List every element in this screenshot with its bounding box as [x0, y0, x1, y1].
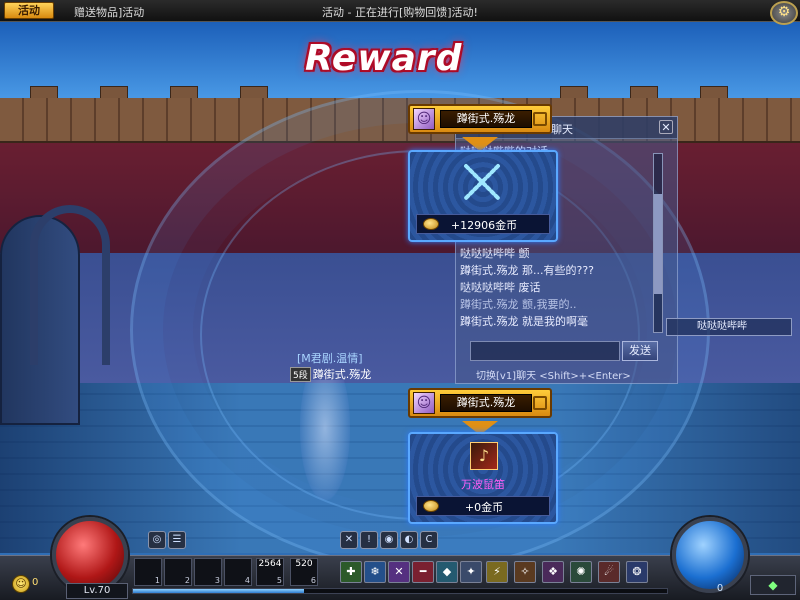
arrow-down-icon: [462, 137, 498, 151]
slot-key: 5: [276, 576, 282, 585]
menu-icon[interactable]: C: [420, 531, 438, 549]
player-guild: [M君剧.温情]: [297, 352, 363, 365]
menu-icon[interactable]: ✕: [340, 531, 358, 549]
skill-icon[interactable]: ✚: [340, 561, 362, 583]
menu-icon[interactable]: ◎: [148, 531, 166, 549]
slot-count: 520: [295, 559, 313, 569]
reward-header: ☺ 蹲街式.殇龙: [408, 104, 552, 134]
reward-card[interactable]: +12906金币: [408, 150, 558, 242]
reward-amount: +12906金币: [450, 219, 518, 232]
level-display: Lv.70: [66, 583, 128, 599]
reward-item-name: 万波鼠笛: [461, 478, 505, 491]
decor-icon: [533, 112, 547, 126]
reward-player-name: 蹲街式.殇龙: [440, 394, 532, 412]
skill-icon[interactable]: ✧: [514, 561, 536, 583]
slot-key: 6: [310, 576, 316, 585]
player-name: 蹲街式.殇龙: [312, 368, 372, 381]
menu-icon[interactable]: ☰: [168, 531, 186, 549]
skill-icon[interactable]: ☄: [598, 561, 620, 583]
menu-icon[interactable]: !: [360, 531, 378, 549]
chat-tab[interactable]: 哒哒哒哔哔: [666, 318, 792, 336]
character-portrait-icon: ☺: [413, 392, 435, 414]
system-menu-button[interactable]: ◆: [750, 575, 796, 595]
mp-value: 0: [716, 583, 724, 594]
reward-card[interactable]: ♪ 万波鼠笛 +0金币: [408, 432, 558, 524]
chat-line: 哒哒哒哔哔 颤: [460, 247, 530, 260]
player-character[interactable]: [300, 380, 350, 500]
slot-key: 1: [154, 576, 160, 585]
quickslot[interactable]: 4: [224, 558, 252, 586]
amount-bar: +12906金币: [416, 214, 550, 234]
game-scene: [0, 0, 800, 600]
skill-icon[interactable]: ⚡: [486, 561, 508, 583]
player-name-tag: 5段 蹲街式.殇龙: [290, 366, 371, 382]
amount-bar: +0金币: [416, 496, 550, 516]
skill-icon[interactable]: ✺: [570, 561, 592, 583]
decor-icon: [533, 396, 547, 410]
slot-count: 2564: [258, 559, 282, 569]
gold-count: 0: [32, 577, 39, 588]
mp-orb: [672, 517, 748, 593]
reward-player-name: 蹲街式.殇龙: [440, 110, 532, 128]
skill-icon[interactable]: ◆: [436, 561, 458, 583]
gear-icon[interactable]: ⚙: [770, 1, 798, 25]
quickslot[interactable]: 3: [194, 558, 222, 586]
chat-line: 哒哒哒哔哔 废话: [460, 281, 541, 294]
skill-icon[interactable]: ❄: [364, 561, 386, 583]
chat-input[interactable]: [470, 341, 620, 361]
slot-key: 2: [184, 576, 190, 585]
character-portrait-icon: ☺: [413, 108, 435, 130]
x-icon: [464, 164, 500, 200]
skill-icon[interactable]: ✕: [388, 561, 410, 583]
event-title: 活动 - 正在进行[购物回馈]活动!: [322, 6, 478, 19]
reward-title: Reward: [305, 38, 463, 79]
gate-arch: [30, 205, 110, 365]
quickslot[interactable]: 2: [164, 558, 192, 586]
rank-badge: 5段: [290, 367, 311, 382]
chat-line: 蹲街式.殇龙 就是我的啊毫: [460, 315, 588, 328]
chat-line: 蹲街式.殇龙 颤,我要的..: [460, 298, 577, 311]
exp-fill: [133, 589, 304, 593]
hp-orb: [52, 517, 128, 593]
smiley-icon[interactable]: ☺: [12, 575, 30, 593]
send-button[interactable]: 发送: [622, 341, 658, 361]
reward-amount: +0金币: [464, 501, 504, 514]
chat-scroll-thumb[interactable]: [654, 194, 662, 294]
skill-icon[interactable]: ❖: [542, 561, 564, 583]
slot-key: 3: [214, 576, 220, 585]
top-bar: 活动 赠送物品]活动 活动 - 正在进行[购物回馈]活动!: [0, 0, 800, 22]
slot-key: 4: [244, 576, 250, 585]
quickslot[interactable]: 520 6: [290, 558, 318, 586]
flute-item-icon[interactable]: ♪: [470, 442, 498, 470]
chat-line: 蹲街式.殇龙 那...有些的???: [460, 264, 594, 277]
menu-icon[interactable]: ◐: [400, 531, 418, 549]
skill-icon[interactable]: ━: [412, 561, 434, 583]
exp-bar: [132, 588, 668, 594]
close-icon[interactable]: ✕: [659, 120, 673, 134]
reward-header: ☺ 蹲街式.殇龙: [408, 388, 552, 418]
chat-scrollbar[interactable]: [653, 153, 663, 333]
skill-icon[interactable]: ❂: [626, 561, 648, 583]
skill-icon[interactable]: ✦: [460, 561, 482, 583]
menu-icon[interactable]: ◉: [380, 531, 398, 549]
chat-hint: 切换[v1]聊天 <Shift>+<Enter>: [476, 371, 631, 382]
quickslot[interactable]: 2564 5: [256, 558, 284, 586]
quickslot[interactable]: 1: [134, 558, 162, 586]
